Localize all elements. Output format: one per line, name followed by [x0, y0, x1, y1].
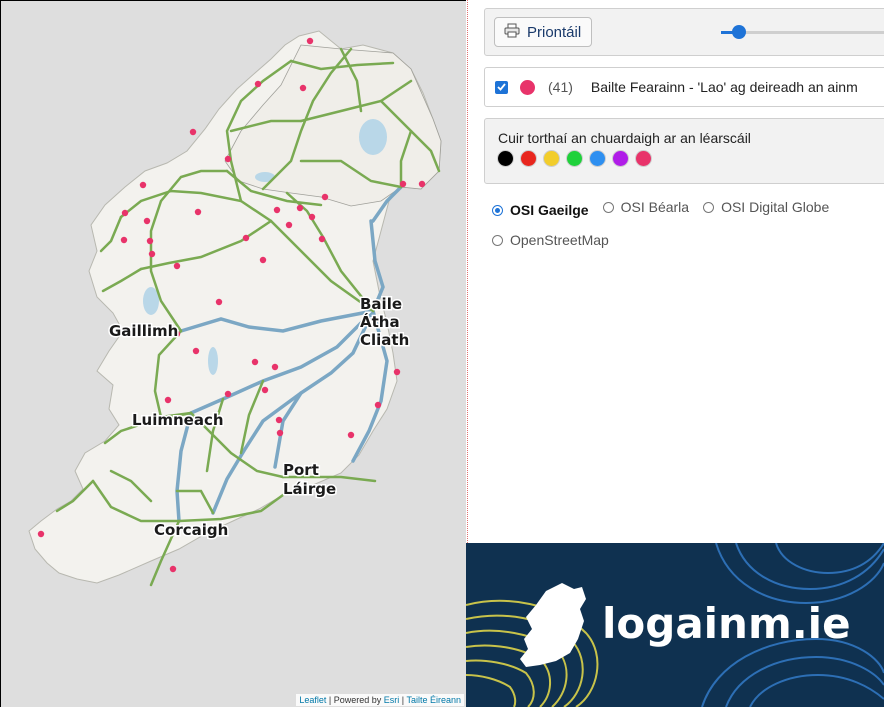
map-marker [143, 217, 151, 225]
map-marker [194, 208, 202, 216]
map-marker [146, 237, 154, 245]
print-button[interactable]: Priontáil [494, 17, 593, 47]
city-label-cork: Corcaigh [154, 521, 228, 539]
printer-icon [504, 23, 520, 42]
esri-link[interactable]: Esri [384, 695, 400, 705]
map-marker [308, 213, 316, 221]
map-marker [347, 431, 355, 439]
logainm-logo[interactable]: logainm.ie [602, 599, 851, 648]
color-swatch[interactable] [544, 151, 559, 166]
basemap-label: OpenStreetMap [510, 232, 609, 248]
map-marker [299, 84, 307, 92]
basemap-label: OSI Gaeilge [510, 202, 589, 218]
map-marker [271, 363, 279, 371]
basemap-option[interactable]: OpenStreetMap [492, 232, 609, 248]
map-marker [120, 236, 128, 244]
map-marker [254, 80, 262, 88]
lough-derg [208, 347, 218, 375]
check-icon [497, 83, 506, 91]
map-marker [251, 358, 259, 366]
city-label-dublin-3: Cliath [360, 331, 409, 349]
color-swatch[interactable] [613, 151, 628, 166]
map-marker [418, 180, 426, 188]
radio-button[interactable] [602, 201, 614, 213]
basemap-selector: OSI Gaeilge OSI Béarla OSI Digital Globe Op… [492, 199, 882, 262]
map-marker [189, 128, 197, 136]
city-label-waterford-2: Láirge [283, 480, 336, 498]
ireland-map: Baile Átha Cliath Gaillimh Luimneach Por… [28, 30, 442, 587]
basemap-option[interactable]: OSI Gaeilge [492, 202, 589, 218]
color-swatch[interactable] [521, 151, 536, 166]
map-marker [224, 390, 232, 398]
map-marker [296, 204, 304, 212]
city-label-dublin-1: Baile [360, 295, 402, 313]
map-marker [318, 235, 326, 243]
map-marker [399, 180, 407, 188]
radio-button[interactable] [492, 234, 503, 246]
map-marker [224, 155, 232, 163]
color-swatch[interactable] [567, 151, 582, 166]
city-label-galway: Gaillimh [109, 322, 178, 340]
basemap-option[interactable]: OSI Digital Globe [703, 199, 829, 215]
toolbar: Priontáil [484, 8, 884, 56]
city-label-waterford-1: Port [283, 461, 319, 479]
map-marker [261, 386, 269, 394]
map-marker [37, 530, 45, 538]
color-swatches [498, 151, 651, 166]
basemap-label: OSI Béarla [620, 199, 690, 215]
color-swatch[interactable] [498, 151, 513, 166]
map-marker [321, 193, 329, 201]
map-marker [215, 298, 223, 306]
lough-neagh [359, 119, 387, 155]
side-panel: Priontáil (41) Bailte Fearainn - 'Lao' a… [470, 0, 884, 543]
map-marker [148, 250, 156, 258]
city-label-limerick: Luimneach [132, 411, 224, 429]
map-marker [273, 206, 281, 214]
map-marker [121, 209, 129, 217]
opacity-slider-thumb[interactable] [732, 25, 746, 39]
tailte-link[interactable]: Tailte Éireann [406, 695, 461, 705]
layer-count: (41) [548, 79, 573, 95]
radio-button[interactable] [703, 201, 715, 213]
layer-color-dot[interactable] [520, 79, 535, 95]
map-marker [164, 396, 172, 404]
map-attribution: Leaflet | Powered by Esri | Tailte Éirea… [296, 694, 464, 706]
map-marker [374, 401, 382, 409]
city-label-dublin-2: Átha [360, 312, 400, 331]
layer-row: (41) Bailte Fearainn - 'Lao' ag deireadh… [484, 67, 884, 107]
basemap-label: OSI Digital Globe [721, 199, 830, 215]
basemap-option[interactable]: OSI Béarla [602, 199, 690, 215]
print-label: Priontáil [527, 23, 582, 41]
leaflet-link[interactable]: Leaflet [299, 695, 326, 705]
layer-name: Bailte Fearainn - 'Lao' ag deireadh an a… [590, 79, 858, 95]
map-marker [285, 221, 293, 229]
logainm-banner: logainm.ie [466, 543, 884, 707]
map-marker [275, 416, 283, 424]
map-marker [259, 256, 267, 264]
attribution-sep: | Powered by [326, 695, 384, 705]
search-results-box: Cuir torthaí an chuardaigh ar an léarscá… [484, 118, 884, 184]
map-marker [306, 37, 314, 45]
panel-divider[interactable] [467, 0, 468, 543]
color-swatch[interactable] [590, 151, 605, 166]
map-marker [169, 565, 177, 573]
map-marker [192, 347, 200, 355]
map-marker [393, 368, 401, 376]
ireland-silhouette-icon [520, 583, 586, 667]
map-viewport[interactable]: Baile Átha Cliath Gaillimh Luimneach Por… [0, 0, 466, 707]
color-swatch[interactable] [636, 151, 651, 166]
map-marker [242, 234, 250, 242]
layer-checkbox[interactable] [495, 80, 508, 94]
map-marker [173, 262, 181, 270]
map-marker [139, 181, 147, 189]
radio-button[interactable] [492, 204, 503, 216]
search-results-label: Cuir torthaí an chuardaigh ar an léarscá… [498, 130, 751, 146]
map-marker [276, 429, 284, 437]
